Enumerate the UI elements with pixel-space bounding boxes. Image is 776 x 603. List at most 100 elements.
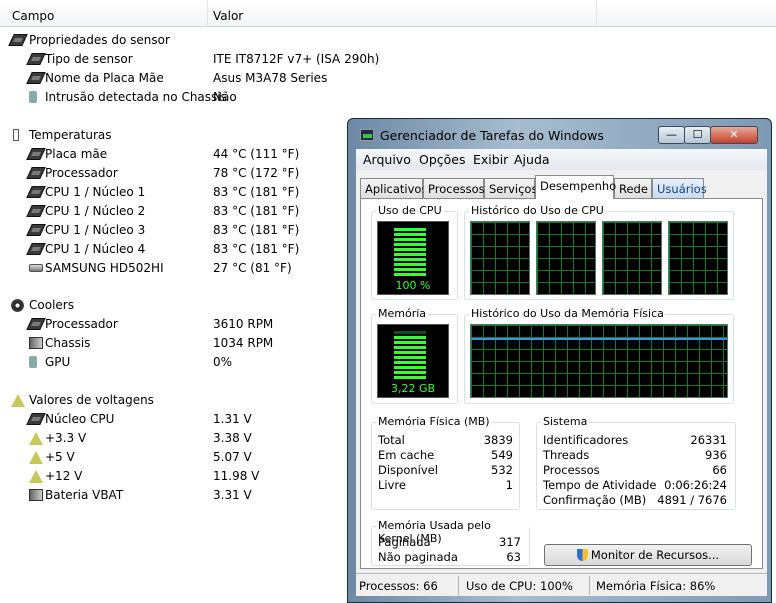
meter-segment [394, 263, 426, 266]
pm-available-label: Disponível [378, 463, 438, 477]
sensor-value: 3.31 V [213, 488, 252, 502]
meter-segment [394, 361, 426, 364]
sensor-label: CPU 1 / Núcleo 1 [45, 185, 146, 199]
sys-threads-label: Threads [543, 448, 590, 462]
tab-aplicativos[interactable]: Aplicativos [360, 178, 427, 198]
status-bar: Processos: 66 Uso de CPU: 100% Memória F… [356, 573, 767, 596]
sensor-value: 83 °C (181 °F) [213, 204, 300, 218]
sys-uptime-label: Tempo de Atividade [543, 478, 657, 492]
tab-rede[interactable]: Rede [614, 178, 652, 198]
menu-ajuda[interactable]: Ajuda [514, 152, 550, 167]
sys-commit-label: Confirmação (MB) [543, 493, 647, 507]
memory-group: Memória 3,22 GB [371, 307, 458, 404]
column-divider[interactable] [207, 0, 208, 27]
voltage-icon [29, 470, 43, 483]
pm-total-label: Total [378, 433, 405, 447]
cpu-history-group: Histórico do Uso de CPU [464, 204, 734, 300]
column-field-header[interactable]: Campo [12, 9, 54, 23]
tab-servicos[interactable]: Serviços [484, 178, 537, 198]
sensor-value: 83 °C (181 °F) [213, 242, 300, 256]
sensor-label: CPU 1 / Núcleo 2 [45, 204, 146, 218]
sys-commit-value: 4891 / 7676 [657, 493, 727, 507]
voltage-icon [29, 451, 43, 464]
sensor-group-title: Propriedades do sensor [29, 33, 170, 47]
menu-exibir[interactable]: Exibir [473, 152, 508, 167]
meter-segment [394, 228, 426, 231]
km-nonpaged-value: 63 [506, 550, 521, 564]
chip-icon [26, 72, 46, 84]
tab-usuarios[interactable]: Usuários [652, 178, 707, 198]
resource-monitor-button[interactable]: Monitor de Recursos... [544, 544, 752, 566]
pm-free-value: 1 [505, 478, 513, 492]
system-title: Sistema [541, 415, 590, 428]
meter-segment [394, 356, 426, 359]
meter-segment [394, 331, 426, 334]
sensor-value: 27 °C (81 °F) [213, 261, 292, 275]
thermometer-icon [13, 129, 19, 141]
menu-opcoes[interactable]: Opções [419, 152, 466, 167]
memory-title: Memória [376, 307, 429, 320]
sensor-value: 0% [213, 355, 233, 369]
sensor-label: +5 V [45, 450, 75, 464]
chip-icon [8, 34, 28, 46]
task-manager-window: Gerenciador de Tarefas do Windows — ☐ ✕ … [347, 118, 772, 603]
meter-segment [394, 371, 426, 374]
pm-cache-label: Em cache [378, 448, 435, 462]
sensor-value: 11.98 V [213, 469, 260, 483]
sensor-label: GPU [45, 355, 71, 369]
sensor-row[interactable]: Nome da Placa Mãe Asus M3A78 Series [0, 69, 776, 88]
sensor-value: 3610 RPM [213, 317, 274, 331]
sensor-label: CPU 1 / Núcleo 3 [45, 223, 146, 237]
sensor-label: Tipo de sensor [45, 52, 133, 66]
sensor-row[interactable]: Tipo de sensor ITE IT8712F v7+ (ISA 290h) [0, 50, 776, 69]
sensor-value: 78 °C (172 °F) [213, 166, 300, 180]
sensor-label: Bateria VBAT [45, 488, 124, 502]
meter-segment [394, 346, 426, 349]
sensor-label: Nome da Placa Mãe [45, 71, 164, 85]
cpu-icon [26, 413, 46, 425]
status-cpu: Uso de CPU: 100% [466, 579, 573, 593]
sys-uptime-value: 0:06:26:24 [664, 478, 727, 492]
sensor-label: Processador [45, 166, 118, 180]
memory-meter [394, 331, 426, 381]
sensor-value: 44 °C (111 °F) [213, 147, 300, 161]
column-value-header[interactable]: Valor [213, 9, 243, 23]
cpu-usage-gauge: 100 % [377, 221, 449, 295]
meter-segment [394, 336, 426, 339]
status-processes: Processos: 66 [359, 579, 438, 593]
tab-processos[interactable]: Processos [423, 178, 485, 198]
meter-segment [394, 243, 426, 246]
tab-desempenho[interactable]: Desempenho [535, 175, 616, 199]
shield-icon [576, 549, 588, 561]
meter-segment [394, 233, 426, 236]
cpu-usage-group: Uso de CPU 100 % [371, 204, 458, 300]
maximize-button[interactable]: ☐ [684, 126, 711, 144]
hard-drive-icon [29, 264, 43, 272]
cpu-icon [26, 167, 46, 179]
pm-cache-value: 549 [491, 448, 513, 462]
minimize-button[interactable]: — [658, 126, 685, 144]
sensor-label: Núcleo CPU [45, 412, 115, 426]
meter-segment [394, 248, 426, 251]
system-group: Sistema Identificadores 26331 Threads 93… [536, 415, 736, 510]
cpu-history-graph-core-2 [536, 221, 596, 295]
memory-gauge: 3,22 GB [377, 324, 449, 398]
close-button[interactable]: ✕ [710, 126, 758, 144]
title-bar[interactable]: Gerenciador de Tarefas do Windows — ☐ ✕ [356, 122, 761, 148]
chassis-icon [29, 337, 43, 349]
sensor-value: Asus M3A78 Series [213, 71, 328, 85]
cpu-icon [26, 318, 46, 330]
battery-icon [29, 489, 43, 501]
km-paged-value: 317 [499, 535, 521, 549]
meter-segment [394, 258, 426, 261]
menu-arquivo[interactable]: Arquivo [363, 152, 411, 167]
sensor-group-title: Coolers [29, 298, 74, 312]
sensor-value: Não [213, 90, 237, 104]
km-nonpaged-label: Não paginada [378, 550, 458, 564]
sensor-row[interactable]: Intrusão detectada no Chassis Não [0, 88, 776, 107]
memory-history-group: Histórico do Uso da Memória Física [464, 307, 734, 404]
cpu-usage-title: Uso de CPU [376, 204, 444, 217]
sys-threads-value: 936 [705, 448, 727, 462]
meter-segment [394, 238, 426, 241]
column-divider[interactable] [596, 0, 597, 27]
